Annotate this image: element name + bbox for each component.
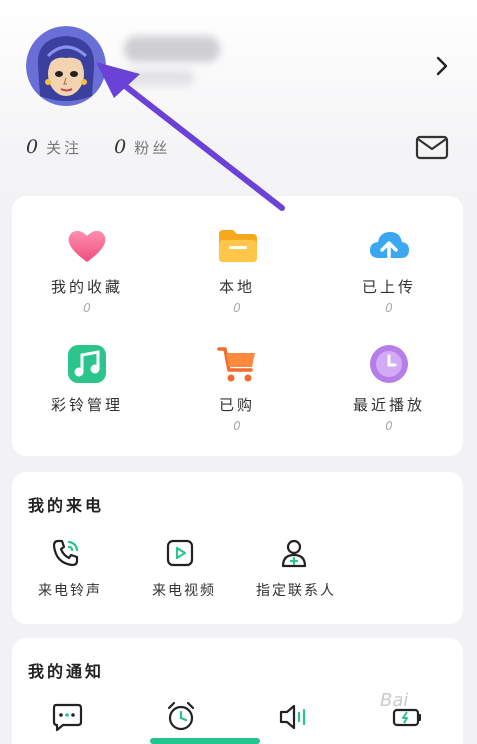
incoming-video[interactable]: 来电视频 xyxy=(152,538,216,600)
profile-stats: 0 关注 0 粉丝 xyxy=(26,136,170,164)
folder-icon xyxy=(219,230,257,262)
grid-label: 本地 xyxy=(218,278,255,296)
cloud-upload-icon xyxy=(370,232,409,262)
grid-item-ringback[interactable]: 彩铃管理 xyxy=(22,342,152,419)
notify-sms[interactable] xyxy=(50,702,84,732)
phone-ring-icon xyxy=(52,539,79,567)
speaker-icon xyxy=(279,704,306,730)
video-play-icon xyxy=(166,539,194,567)
grid-item-uploaded[interactable]: 已上传 0 xyxy=(324,224,454,315)
grid-count: 0 xyxy=(385,301,393,315)
contact-add-icon xyxy=(281,539,307,568)
heart-icon xyxy=(68,230,106,262)
section-title: 我的通知 xyxy=(28,662,105,681)
incoming-label: 来电铃声 xyxy=(38,583,102,599)
bottom-tab-indicator[interactable] xyxy=(150,738,260,744)
notify-sound[interactable] xyxy=(276,702,310,732)
incoming-call-card: 我的来电 来电铃声 来电视频 指定联系人 xyxy=(12,472,463,624)
incoming-contact[interactable]: 指定联系人 xyxy=(256,538,336,600)
grid-item-favorites[interactable]: 我的收藏 0 xyxy=(22,224,152,315)
follow-count: 0 xyxy=(26,136,39,158)
fans-stat[interactable]: 0 粉丝 xyxy=(114,136,170,158)
grid-label: 彩铃管理 xyxy=(50,396,123,414)
user-subtitle-redacted xyxy=(124,70,194,86)
notify-alarm[interactable] xyxy=(164,700,198,732)
grid-label: 我的收藏 xyxy=(50,278,123,296)
follow-stat[interactable]: 0 关注 xyxy=(26,136,82,158)
chevron-right-icon[interactable] xyxy=(432,54,452,78)
grid-label: 最近播放 xyxy=(352,396,425,414)
fans-count: 0 xyxy=(114,136,127,158)
username-redacted xyxy=(124,36,220,62)
watermark: Bai xyxy=(380,690,409,711)
grid-item-local[interactable]: 本地 0 xyxy=(172,224,302,315)
grid-item-purchased[interactable]: 已购 0 xyxy=(172,342,302,433)
fans-label: 粉丝 xyxy=(134,139,171,157)
mail-icon[interactable] xyxy=(415,134,449,162)
incoming-label: 来电视频 xyxy=(152,583,216,599)
incoming-label: 指定联系人 xyxy=(256,583,336,599)
grid-count: 0 xyxy=(385,419,393,433)
grid-item-recent[interactable]: 最近播放 0 xyxy=(324,342,454,433)
cart-icon xyxy=(217,347,255,382)
incoming-ringtone[interactable]: 来电铃声 xyxy=(38,538,102,600)
avatar[interactable] xyxy=(26,26,106,106)
music-note-icon xyxy=(68,345,106,383)
section-title: 我的来电 xyxy=(28,496,105,515)
clock-icon xyxy=(370,345,408,383)
follow-label: 关注 xyxy=(46,139,83,157)
alarm-clock-icon xyxy=(167,701,195,731)
quick-access-card: 我的收藏 0 本地 0 已上传 0 彩铃管理 已购 0 最近播放 0 xyxy=(12,196,463,456)
grid-label: 已购 xyxy=(218,396,255,414)
grid-count: 0 xyxy=(83,301,91,315)
grid-label: 已上传 xyxy=(361,278,416,296)
grid-count: 0 xyxy=(233,301,241,315)
grid-count: 0 xyxy=(233,419,241,433)
message-icon xyxy=(52,703,83,732)
